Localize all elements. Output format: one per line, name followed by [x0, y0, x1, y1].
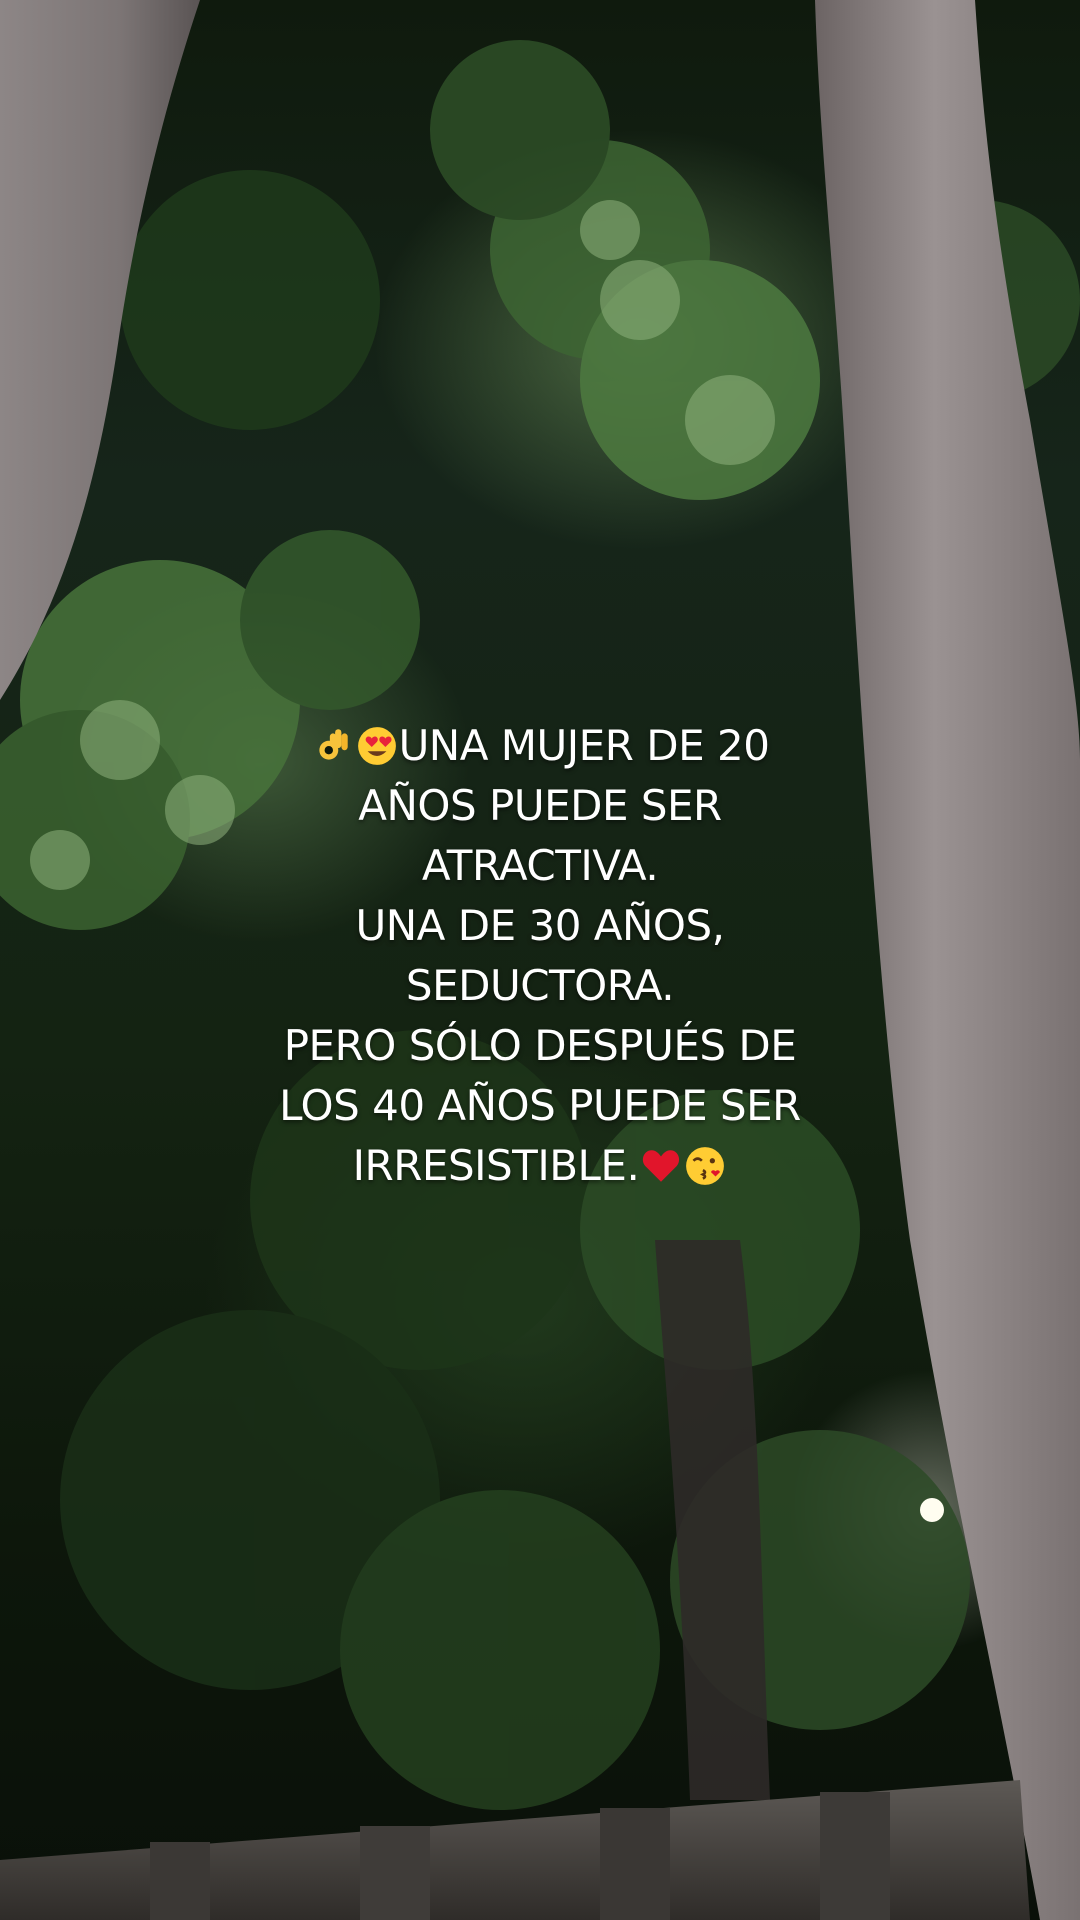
heart-eyes-icon: [357, 727, 396, 765]
caption-line-1: UNA MUJER DE 20: [190, 716, 890, 776]
caption-line-3: ATRACTIVA.: [421, 841, 659, 890]
ok-hand-icon: [318, 729, 348, 760]
kissing-face-icon: [686, 1147, 725, 1185]
caption-line-8: IRRESISTIBLE.: [190, 1136, 890, 1196]
red-heart-icon: [643, 1150, 680, 1182]
caption-line-5: SEDUCTORA.: [405, 961, 675, 1010]
overlay-caption: UNA MUJER DE 20 AÑOS PUEDE SER ATRACTIVA…: [190, 716, 890, 1196]
caption-line-6: PERO SÓLO DESPUÉS DE: [283, 1021, 797, 1070]
street-light: [920, 1498, 944, 1522]
caption-line-4: UNA DE 30 AÑOS,: [355, 901, 725, 950]
photo-background: UNA MUJER DE 20 AÑOS PUEDE SER ATRACTIVA…: [0, 0, 1080, 1920]
caption-line-7: LOS 40 AÑOS PUEDE SER: [279, 1081, 801, 1130]
caption-line-2: AÑOS PUEDE SER: [358, 781, 722, 830]
